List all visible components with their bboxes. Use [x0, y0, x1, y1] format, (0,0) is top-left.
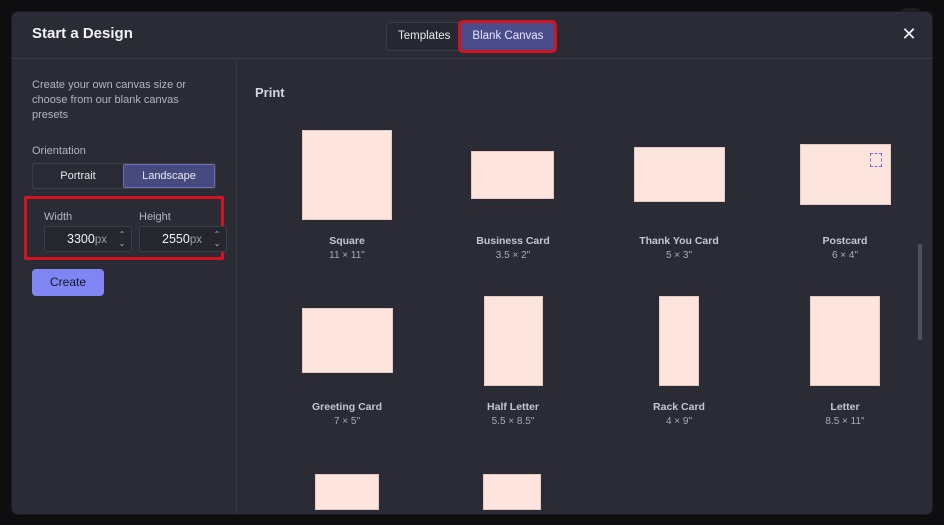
preset-thumbnail	[634, 147, 725, 202]
start-design-modal: Start a Design Templates Blank Canvas ✕ …	[12, 12, 932, 514]
width-unit: px	[94, 234, 107, 246]
preset-greeting-card[interactable]: Greeting Card 7 × 5"	[264, 295, 430, 445]
width-stepper[interactable]: ⌃ ⌄	[117, 230, 127, 248]
width-field[interactable]: 3300px ⌃ ⌄	[44, 226, 132, 252]
height-unit: px	[189, 234, 202, 246]
preset-name: Rack Card	[653, 401, 705, 413]
panel-description: Create your own canvas size or choose fr…	[32, 79, 187, 121]
preset-business-card[interactable]: Business Card 3.5 × 2"	[430, 129, 596, 279]
preset-thumbnail	[810, 296, 880, 386]
preset-size: 11 × 11"	[329, 250, 365, 261]
close-icon[interactable]: ✕	[900, 25, 918, 43]
preset-thumbnail	[484, 296, 543, 386]
preset-square[interactable]: Square 11 × 11"	[264, 129, 430, 279]
preset-rack-card[interactable]: Rack Card 4 × 9"	[596, 295, 762, 445]
tab-templates[interactable]: Templates	[387, 23, 461, 50]
preset-name: Half Letter	[487, 401, 539, 413]
chevron-up-icon[interactable]: ⌃	[117, 230, 127, 239]
preset-thumbnail	[302, 308, 393, 373]
preset-size: 7 × 5"	[333, 416, 361, 427]
preset-size: 5.5 × 8.5"	[491, 416, 535, 427]
width-value-text: 3300px	[67, 232, 107, 246]
preset-name: Postcard	[822, 235, 868, 247]
preset-size: 5 × 3"	[665, 250, 693, 261]
scrollbar-thumb[interactable]	[918, 244, 922, 340]
width-value: 3300	[67, 232, 95, 246]
preset-thumbnail	[800, 144, 891, 205]
height-stepper[interactable]: ⌃ ⌄	[212, 230, 222, 248]
modal-header: Start a Design Templates Blank Canvas ✕	[12, 12, 932, 59]
section-title-print: Print	[255, 85, 285, 100]
portrait-button[interactable]: Portrait	[33, 164, 123, 188]
preset-name: Greeting Card	[311, 401, 382, 413]
create-button[interactable]: Create	[32, 269, 104, 296]
preset-thumbnail[interactable]	[315, 474, 379, 510]
preset-size: 6 × 4"	[831, 250, 859, 261]
preset-letter[interactable]: Letter 8.5 × 11"	[762, 295, 928, 445]
preset-size: 4 × 9"	[665, 416, 693, 427]
chevron-up-icon[interactable]: ⌃	[212, 230, 222, 239]
orientation-label: Orientation	[32, 145, 86, 157]
preset-name: Square	[329, 235, 365, 247]
chevron-down-icon[interactable]: ⌄	[117, 239, 127, 248]
tab-blank-canvas[interactable]: Blank Canvas	[458, 20, 558, 53]
preset-thumbnail	[659, 296, 699, 386]
preset-half-letter[interactable]: Half Letter 5.5 × 8.5"	[430, 295, 596, 445]
dimensions-group: Width Height 3300px ⌃ ⌄ 2550px ⌃ ⌄	[24, 196, 227, 260]
preset-thumbnail	[471, 151, 554, 199]
tab-bar: Templates Blank Canvas	[386, 20, 558, 53]
height-value: 2550	[162, 232, 190, 246]
preset-name: Letter	[830, 401, 860, 413]
preset-thank-you-card[interactable]: Thank You Card 5 × 3"	[596, 129, 762, 279]
preset-size: 3.5 × 2"	[495, 250, 531, 261]
landscape-button[interactable]: Landscape	[123, 164, 215, 188]
preset-thumbnail	[302, 130, 392, 220]
canvas-size-panel: Create your own canvas size or choose fr…	[12, 59, 237, 514]
orientation-toggle: Portrait Landscape	[32, 163, 216, 189]
preset-thumbnail[interactable]	[483, 474, 541, 510]
preset-name: Thank You Card	[639, 235, 719, 247]
preset-postcard[interactable]: Postcard 6 × 4"	[762, 129, 928, 279]
presets-panel: Print Square 11 × 11" Business Card 3.5 …	[237, 59, 932, 514]
preset-size: 8.5 × 11"	[825, 416, 865, 427]
modal-title: Start a Design	[32, 25, 133, 42]
height-value-text: 2550px	[162, 232, 202, 246]
height-field[interactable]: 2550px ⌃ ⌄	[139, 226, 227, 252]
stamp-icon	[870, 153, 882, 167]
height-label: Height	[139, 211, 171, 223]
width-label: Width	[44, 211, 73, 223]
preset-name: Business Card	[476, 235, 550, 247]
chevron-down-icon[interactable]: ⌄	[212, 239, 222, 248]
